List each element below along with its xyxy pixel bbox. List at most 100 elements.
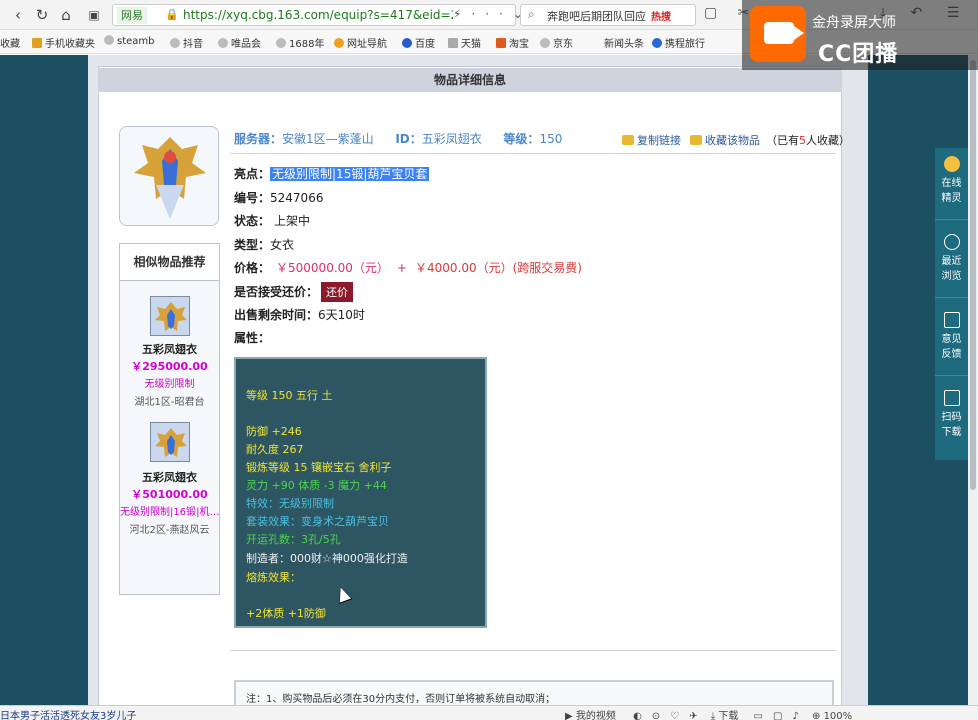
news-ticker-link[interactable]: 日本男子活活透死女友3岁儿子 xyxy=(0,707,136,720)
attr-line: 锻炼等级 15 镶嵌宝石 舍利子 xyxy=(246,461,392,474)
price-value: ￥500000.00（元） xyxy=(276,261,389,275)
status-bar: 日本男子活活透死女友3岁儿子 ▶ 我的视频 ◐⊙♡✈ ⤓ 下载 ▭▢♪ ⊕ 10… xyxy=(0,705,978,720)
search-box[interactable]: ⌕ 奔跑吧后期团队回应 热搜 xyxy=(520,4,696,26)
type-value: 女衣 xyxy=(270,238,295,252)
number-row: 编号：5247066 xyxy=(234,191,324,205)
screen-recorder-watermark: 金舟录屏大师 CC团播 xyxy=(742,0,978,70)
recorder-brand: CC团播 xyxy=(818,42,899,67)
number-value: 5247066 xyxy=(270,191,324,205)
similar-item-tag: 无级别限制|16锻|机… xyxy=(120,507,219,518)
counter-offer-row: 是否接受还价： 还价 xyxy=(234,282,354,302)
attr-line: 防御 +246 xyxy=(246,425,302,438)
lock-icon: 🔒 xyxy=(165,8,179,21)
search-icon: ⌕ xyxy=(528,7,535,21)
url-text[interactable]: https://xyq.cbg.163.com/equip?s=417&eid=… xyxy=(183,8,453,22)
favorite-button[interactable]: 收藏该物品 xyxy=(690,132,760,148)
my-videos-button[interactable]: 我的视频 xyxy=(576,711,616,720)
bookmark-item[interactable]: 1688年 xyxy=(276,35,324,50)
bookmark-item[interactable]: steamb xyxy=(104,35,155,47)
similar-item-server: 湖北1区-昭君台 xyxy=(134,397,205,408)
server-value: 安徽1区—紫蓬山 xyxy=(282,132,374,146)
bookmark-item[interactable]: 手机收藏夹 xyxy=(32,35,95,50)
status-icons[interactable]: ◐⊙♡✈ xyxy=(633,711,707,720)
site-label: 网易 xyxy=(117,7,147,24)
copy-link-button[interactable]: 复制链接 xyxy=(622,132,681,148)
divider xyxy=(230,153,836,154)
address-bar[interactable]: 网易 🔒 https://xyq.cbg.163.com/equip?s=417… xyxy=(112,4,523,26)
status-row: 状态： 上架中 xyxy=(234,214,311,228)
attr-line: 套装效果：变身术之葫芦宝贝 xyxy=(246,515,389,528)
remaining-time-row: 出售剩余时间：6天10时 xyxy=(234,308,365,322)
bookmark-item[interactable]: 新闻头条 xyxy=(604,35,644,50)
item-avatar xyxy=(119,126,219,226)
back-icon[interactable]: ‹ xyxy=(8,5,28,25)
assistant-icon xyxy=(943,156,960,172)
status-bar-tools: ▶ 我的视频 ◐⊙♡✈ ⤓ 下载 ▭▢♪ ⊕ 100% xyxy=(565,707,852,720)
zoom-level[interactable]: 100% xyxy=(824,711,853,720)
status-icons-2[interactable]: ▭▢♪ xyxy=(754,711,809,720)
similar-item-thumbnail[interactable] xyxy=(150,422,190,462)
bookmark-item[interactable]: 抖音 xyxy=(170,35,203,50)
star-icon xyxy=(690,135,702,145)
recorder-title: 金舟录屏大师 xyxy=(812,15,896,31)
type-row: 类型：女衣 xyxy=(234,238,295,252)
bookmark-item[interactable]: 网址导航 xyxy=(334,35,387,50)
purchase-notice: 注：1、购买物品后必须在30分内支付，否则订单将被系统自动取消； xyxy=(234,680,834,708)
status-value: 上架中 xyxy=(274,214,311,228)
counter-offer-button[interactable]: 还价 xyxy=(321,282,354,302)
attributes-row: 属性： xyxy=(234,331,271,345)
server-label: 服务器： xyxy=(234,132,283,146)
bookmark-item[interactable]: 收藏 xyxy=(0,35,20,50)
similar-item-tag: 无级别限制 xyxy=(144,379,195,390)
similar-item-price: ￥295000.00 xyxy=(131,360,208,373)
download-button[interactable]: 下载 xyxy=(718,711,738,720)
bookmark-item[interactable]: 唯品会 xyxy=(218,35,261,50)
download-icon[interactable]: ⤓ xyxy=(711,711,715,720)
side-item-feedback[interactable]: 意见 反馈 xyxy=(935,304,968,376)
side-item-recent[interactable]: 最近 浏览 xyxy=(935,226,968,298)
attr-line: 特效：无级别限制 xyxy=(246,497,334,510)
level-label: 等级： xyxy=(503,132,540,146)
side-item-online-assistant[interactable]: 在线 精灵 xyxy=(935,148,968,220)
similar-item-name[interactable]: 五彩凤翅衣 xyxy=(120,469,219,485)
recorder-logo-icon xyxy=(750,6,806,62)
briefcase-icon[interactable]: ▣ xyxy=(84,5,104,25)
edit-icon xyxy=(943,312,960,328)
side-panel: 在线 精灵 最近 浏览 意见 反馈 扫码 下载 xyxy=(935,148,968,460)
scan-icon xyxy=(943,390,960,406)
scrollbar-thumb[interactable] xyxy=(970,60,976,490)
attr-line: 熔炼效果： xyxy=(246,571,301,584)
panel-title: 物品详细信息 xyxy=(98,68,842,92)
remaining-time-value: 6天10时 xyxy=(318,308,365,322)
side-item-scan-download[interactable]: 扫码 下载 xyxy=(935,382,968,454)
bookmark-item[interactable]: 淘宝 xyxy=(496,35,529,50)
id-value: 五彩凤翅衣 xyxy=(421,132,482,146)
attributes-panel: 等级 150 五行 土 防御 +246 耐久度 267 锻炼等级 15 镶嵌宝石… xyxy=(234,357,487,628)
attr-line: 耐久度 267 xyxy=(246,443,304,456)
search-text[interactable]: 奔跑吧后期团队回应 xyxy=(547,8,646,24)
divider xyxy=(230,650,836,651)
bookmark-item[interactable]: 京东 xyxy=(540,35,573,50)
bookmark-item[interactable]: 百度 xyxy=(402,35,435,50)
attr-line: 灵力 +90 体质 -3 魔力 +44 xyxy=(246,479,387,492)
hot-search-badge: 热搜 xyxy=(651,12,671,23)
id-label: ID： xyxy=(395,132,422,146)
favorite-count: （已有5人收藏） xyxy=(766,134,850,147)
zoom-icon[interactable]: ⊕ xyxy=(812,711,820,720)
refresh-icon[interactable]: ↻ xyxy=(32,5,52,25)
similar-item-thumbnail[interactable] xyxy=(150,296,190,336)
price-row: 价格： ￥500000.00（元） + ￥4000.00（元）(跨服交易费) xyxy=(234,261,582,275)
attr-line: 制造者：000财☆神000强化打造 xyxy=(246,552,408,565)
attr-line: 开运孔数：3孔/5孔 xyxy=(246,533,341,546)
similar-item-name[interactable]: 五彩凤翅衣 xyxy=(120,341,219,357)
bookmark-item[interactable]: 携程旅行 xyxy=(652,35,705,50)
garment-icon xyxy=(120,127,218,225)
level-value: 150 xyxy=(539,132,563,146)
attr-line: +2体质 +1防御 xyxy=(246,607,326,620)
cross-server-fee: ￥4000.00（元）(跨服交易费) xyxy=(414,261,582,275)
video-icon[interactable]: ▶ xyxy=(565,711,573,720)
bookmark-item[interactable]: 天猫 xyxy=(448,35,481,50)
clock-icon xyxy=(943,234,960,250)
home-icon[interactable]: ⌂ xyxy=(56,5,76,25)
similar-item-server: 河北2区-燕赵风云 xyxy=(129,525,210,536)
